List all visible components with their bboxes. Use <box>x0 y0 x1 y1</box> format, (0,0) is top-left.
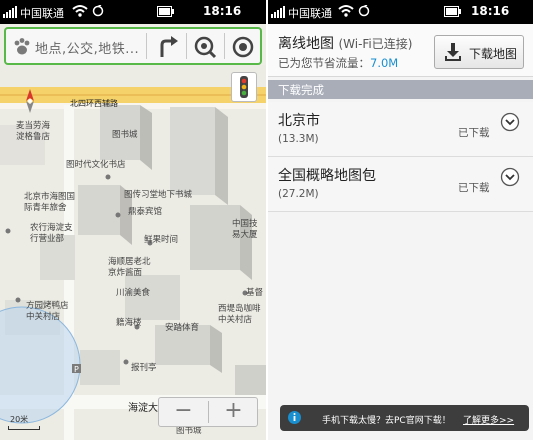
chevron-down-icon[interactable] <box>500 112 520 132</box>
zoom-control: − + <box>158 397 258 427</box>
learn-more-link[interactable]: 了解更多>> <box>463 413 514 426</box>
clock: 18:16 <box>471 4 510 18</box>
offline-map-screen: 中国联通 18:16 离线地图 (Wi-Fi已连接) 已为您节省流量：7.0M <box>268 0 533 440</box>
map-canvas[interactable]: P 北四环西辅路 麦当劳海 淀格鲁店 图书城 图时代文化书店 北京市海图国 际青年旅… <box>0 65 266 440</box>
poi-label: 农行海淀支 行营业部 <box>30 223 73 244</box>
poi-label: 方园烤鸭店 中关村店 <box>26 301 69 322</box>
traffic-toggle-button[interactable] <box>231 72 257 102</box>
divider <box>146 33 147 59</box>
traffic-light-icon <box>240 76 248 98</box>
signal-icon <box>3 6 17 18</box>
zoom-out-button[interactable]: − <box>159 398 208 426</box>
poi-label: 图时代文化书店 <box>66 160 126 170</box>
poi-label: 北京市海图国 际青年旅舍 <box>24 192 76 213</box>
poi-label: 鼎泰宾馆 <box>128 207 163 217</box>
poi-label: 西堤岛咖啡 中关村店 <box>218 304 261 325</box>
section-header-downloaded: 下载完成 <box>268 80 533 99</box>
download-status: 已下载 <box>458 127 490 139</box>
poi-label: 鲜果时间 <box>144 235 179 245</box>
status-bar: 中国联通 18:16 <box>268 0 533 24</box>
map-name: 全国概略地图包 <box>278 168 376 184</box>
list-item[interactable]: 北京市 (13.3M) 已下载 <box>268 102 533 157</box>
zoom-in-button[interactable]: + <box>209 398 258 426</box>
download-map-button[interactable]: 下载地图 <box>434 35 524 69</box>
list-item[interactable]: 全国概略地图包 (27.2M) 已下载 <box>268 157 533 212</box>
page-title: 离线地图 (Wi-Fi已连接) <box>278 33 412 53</box>
saving-value: 7.0M <box>370 56 399 70</box>
signal-icon <box>271 6 285 18</box>
data-saving-info: 已为您节省流量：7.0M <box>278 55 398 71</box>
download-status: 已下载 <box>458 182 490 194</box>
poi-label: 图书城 <box>112 130 138 140</box>
map-size: (27.2M) <box>278 188 319 200</box>
svg-text:P: P <box>74 365 79 374</box>
wifi-icon <box>338 5 354 17</box>
poi-label: 基督 <box>246 288 264 298</box>
my-location-icon[interactable] <box>228 33 258 61</box>
saving-label: 已为您节省流量： <box>278 56 370 70</box>
divider <box>224 33 225 59</box>
poi-label: 图传习堂地下书城 <box>124 190 193 200</box>
sync-icon <box>358 5 370 17</box>
download-icon <box>445 43 461 61</box>
poi-label: 报刊亭 <box>131 363 157 373</box>
map-size: (13.3M) <box>278 133 319 145</box>
map-screen: P 北四环西辅路 麦当劳海 淀格鲁店 图书城 图时代文化书店 北京市海图国 际青年旅… <box>0 0 266 440</box>
tip-message: 手机下载太慢？去PC官网下载！ <box>322 416 451 426</box>
chevron-down-icon[interactable] <box>500 167 520 187</box>
page-title-text: 离线地图 <box>278 36 334 52</box>
wifi-icon <box>72 5 88 17</box>
offline-map-header: 离线地图 (Wi-Fi已连接) 已为您节省流量：7.0M 下载地图 <box>268 24 533 77</box>
download-map-label: 下载地图 <box>469 47 518 61</box>
wifi-status: (Wi-Fi已连接) <box>338 37 413 51</box>
carrier-name: 中国联通 <box>288 7 332 20</box>
route-icon[interactable] <box>152 33 182 61</box>
map-name: 北京市 <box>278 113 320 129</box>
baidu-paw-icon <box>14 38 30 55</box>
poi-label: 川渝美食 <box>116 288 151 298</box>
poi-label: 安踏体育 <box>165 323 200 333</box>
divider <box>186 33 187 59</box>
map-search-bar[interactable]: 地点,公交,地铁... <box>4 27 262 65</box>
poi-label: 籍海楼 <box>116 318 142 328</box>
sync-icon <box>92 5 104 17</box>
nearby-search-icon[interactable] <box>190 33 220 61</box>
map-scale: 20米 <box>10 415 29 424</box>
info-icon <box>288 411 301 424</box>
battery-icon <box>444 6 461 17</box>
search-input[interactable]: 地点,公交,地铁... <box>35 38 139 57</box>
clock: 18:16 <box>203 4 242 18</box>
pc-download-tip[interactable]: 手机下载太慢？去PC官网下载！ 了解更多>> <box>280 405 529 431</box>
road-label: 北四环西辅路 <box>70 99 118 108</box>
poi-label: 海顺居老北 京炸酱面 <box>108 257 151 278</box>
poi-label: 中国技 易大厦 <box>232 219 258 240</box>
section-title: 下载完成 <box>278 83 324 97</box>
carrier-name: 中国联通 <box>20 7 64 20</box>
status-bar: 中国联通 18:16 <box>0 0 266 24</box>
poi-label: 图书城 <box>176 426 202 436</box>
scale-bar <box>8 426 40 430</box>
poi-label: 麦当劳海 淀格鲁店 <box>16 121 51 142</box>
battery-icon <box>157 6 174 17</box>
